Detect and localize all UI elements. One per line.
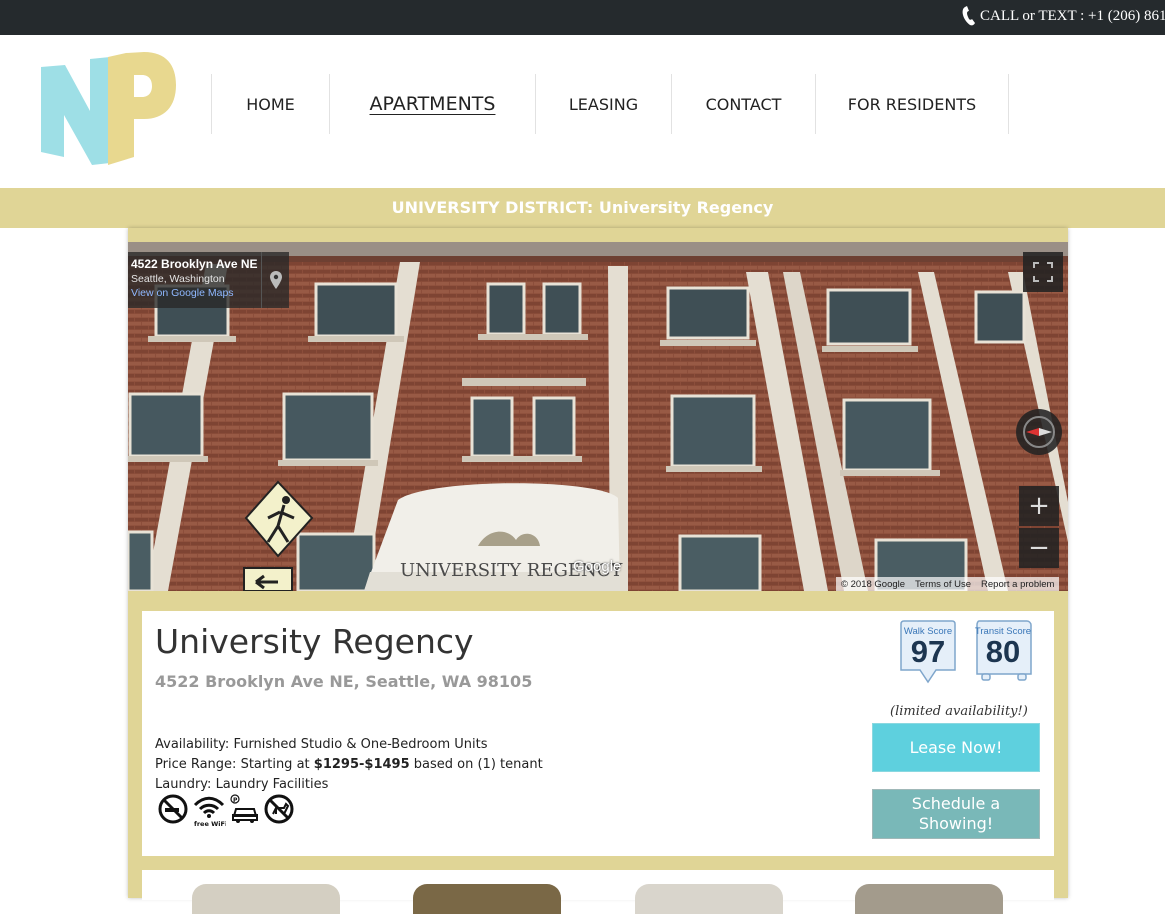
zoom-in-button[interactable]: + <box>1019 486 1059 526</box>
price-row: Price Range: Starting at $1295-$1495 bas… <box>155 755 543 775</box>
map-pin-icon[interactable] <box>261 252 289 308</box>
map-copyright: © 2018 Google <box>841 578 906 590</box>
nav-contact[interactable]: CONTACT <box>671 74 815 134</box>
plus-icon: + <box>1028 491 1050 521</box>
phone-icon <box>962 6 975 26</box>
google-watermark: Google <box>573 558 622 575</box>
nav-apartments[interactable]: APARTMENTS <box>329 74 535 134</box>
transit-score-badge[interactable]: Transit Score 80 <box>973 620 1033 684</box>
svg-text:P: P <box>233 797 238 804</box>
zoom-out-button[interactable]: − <box>1019 528 1059 568</box>
nav-for-residents-label: FOR RESIDENTS <box>847 94 977 114</box>
photo-thumbnail[interactable] <box>855 884 1003 914</box>
street-view-panorama[interactable]: UNIVERSITY REGENCY 4522 Brooklyn Ave NE … <box>128 242 1068 591</box>
call-text: CALL or TEXT : +1 (206) 861-5 <box>980 7 1165 24</box>
laundry-row: Laundry: Laundry Facilities <box>155 775 543 795</box>
limited-availability-note: (limited availability!) <box>890 704 1028 719</box>
nav-for-residents[interactable]: FOR RESIDENTS <box>815 74 1009 134</box>
property-details: Availability: Furnished Studio & One-Bed… <box>155 735 543 795</box>
property-name: University Regency <box>155 622 474 661</box>
price-prefix: Starting at <box>240 757 310 772</box>
main-nav: HOME APARTMENTS LEASING CONTACT FOR RESI… <box>211 74 1009 134</box>
fullscreen-icon <box>1033 262 1053 282</box>
call-or-text[interactable]: CALL or TEXT : +1 (206) 861-5 <box>962 6 1165 26</box>
photo-thumbnail[interactable] <box>635 884 783 914</box>
banner-title: UNIVERSITY DISTRICT: University Regency <box>391 198 774 217</box>
map-attribution: © 2018 Google Terms of Use Report a prob… <box>836 577 1060 591</box>
nav-home-label: HOME <box>246 94 295 114</box>
nav-home[interactable]: HOME <box>211 74 329 134</box>
np-logo[interactable] <box>38 45 178 170</box>
photo-thumbnails <box>142 870 1054 914</box>
walk-score-value: 97 <box>910 634 946 669</box>
schedule-showing-label: Schedule a Showing! <box>911 794 1001 833</box>
nav-leasing-label: LEASING <box>568 94 639 114</box>
lease-now-label: Lease Now! <box>909 738 1003 757</box>
laundry-value: Laundry Facilities <box>215 777 329 792</box>
parking-icon: P <box>230 794 258 823</box>
property-card: University Regency 4522 Brooklyn Ave NE,… <box>142 611 1054 856</box>
amenity-icons: free WiFi P <box>158 794 294 828</box>
no-pets-icon <box>264 794 294 824</box>
walk-score-badge[interactable]: Walk Score 97 <box>898 620 958 684</box>
terms-of-use-link[interactable]: Terms of Use <box>910 579 976 590</box>
site-header: HOME APARTMENTS LEASING CONTACT FOR RESI… <box>0 35 1165 188</box>
minus-icon: − <box>1028 533 1050 563</box>
transit-score-value: 80 <box>985 634 1021 669</box>
wifi-caption: free WiFi <box>194 820 226 828</box>
property-address: 4522 Brooklyn Ave NE, Seattle, WA 98105 <box>155 672 533 691</box>
price-suffix: based on (1) tenant <box>413 757 543 772</box>
laundry-label: Laundry: <box>155 777 212 792</box>
nav-leasing[interactable]: LEASING <box>535 74 671 134</box>
schedule-showing-button[interactable]: Schedule a Showing! <box>872 789 1040 839</box>
price-value: $1295-$1495 <box>313 757 410 772</box>
fullscreen-button[interactable] <box>1023 252 1063 292</box>
lease-now-button[interactable]: Lease Now! <box>872 723 1040 772</box>
availability-value: Furnished Studio & One-Bedroom Units <box>233 737 488 752</box>
street-view-info-box: 4522 Brooklyn Ave NE Seattle, Washington… <box>128 252 289 308</box>
top-contact-bar: CALL or TEXT : +1 (206) 861-5 <box>0 0 1165 35</box>
free-wifi-icon: free WiFi <box>193 796 226 828</box>
availability-row: Availability: Furnished Studio & One-Bed… <box>155 735 543 755</box>
report-problem-link[interactable]: Report a problem <box>976 579 1059 590</box>
price-label: Price Range: <box>155 757 237 772</box>
photo-thumbnail[interactable] <box>192 884 340 914</box>
no-smoking-icon <box>158 794 188 824</box>
availability-label: Availability: <box>155 737 230 752</box>
photo-thumbnail[interactable] <box>413 884 561 914</box>
district-banner: UNIVERSITY DISTRICT: University Regency <box>0 188 1165 228</box>
nav-contact-label: CONTACT <box>705 94 782 114</box>
nav-apartments-label: APARTMENTS <box>369 93 496 115</box>
compass-icon[interactable] <box>1016 409 1062 455</box>
property-content: UNIVERSITY REGENCY 4522 Brooklyn Ave NE … <box>128 228 1068 914</box>
